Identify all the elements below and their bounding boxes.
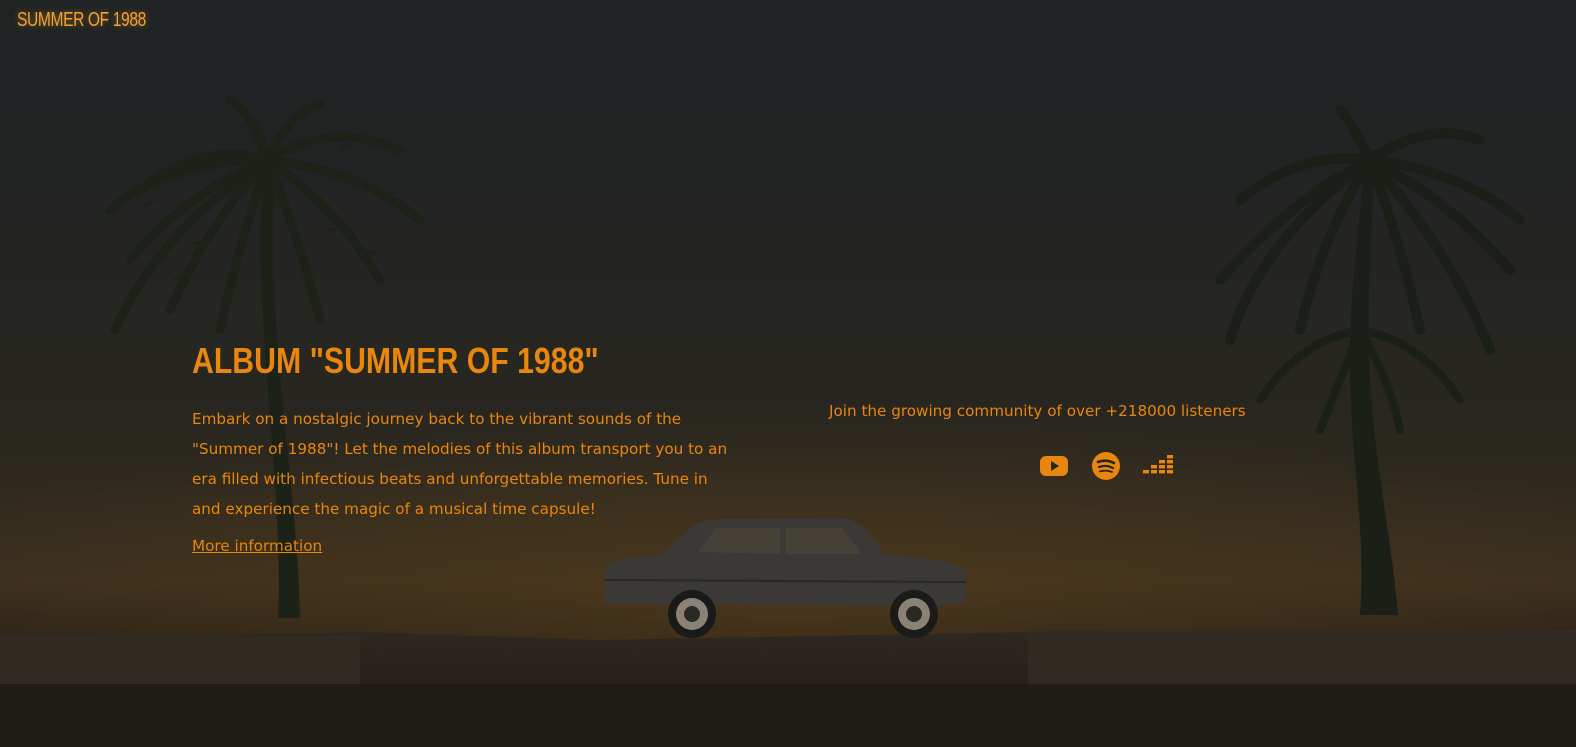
album-title: ALBUM "SUMMER OF 1988" <box>192 340 599 381</box>
social-links <box>1038 451 1174 481</box>
album-description: Embark on a nostalgic journey back to th… <box>192 410 728 518</box>
deezer-icon[interactable] <box>1142 451 1174 481</box>
spotify-icon[interactable] <box>1090 451 1122 481</box>
youtube-icon[interactable] <box>1038 451 1070 481</box>
community-text: Join the growing community of over +2180… <box>829 402 1246 420</box>
more-information-link[interactable]: More information <box>192 537 322 555</box>
site-logo[interactable]: SUMMER OF 1988 <box>17 9 146 32</box>
